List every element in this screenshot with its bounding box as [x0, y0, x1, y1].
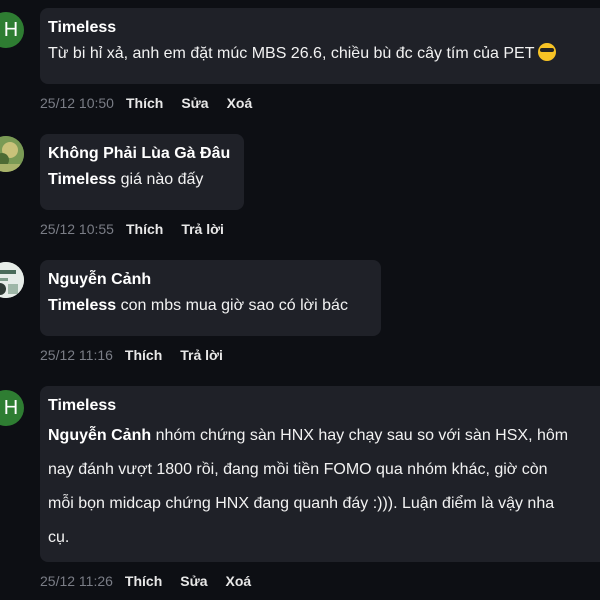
like-button[interactable]: Thích — [125, 572, 162, 590]
avatar[interactable]: H — [0, 390, 24, 426]
comment-body: giá nào đấy — [116, 171, 204, 188]
like-button[interactable]: Thích — [126, 94, 163, 112]
comment-bubble: Timeless Từ bi hỉ xả, anh em đặt múc MBS… — [40, 8, 600, 84]
reply-button[interactable]: Trả lời — [181, 220, 224, 238]
reply-button[interactable]: Trả lời — [180, 346, 223, 364]
mention-link[interactable]: Timeless — [48, 297, 116, 314]
comment-text: Nguyễn Cảnh nhóm chứng sàn HNX hay chạy … — [48, 419, 600, 555]
comment-text: Timeless con mbs mua giờ sao có lời bác — [48, 292, 373, 320]
comment-line: mỗi bọn midcap chứng HNX đang quanh đáy … — [48, 495, 555, 512]
comment-text: Timeless giá nào đấy — [48, 166, 236, 194]
like-button[interactable]: Thích — [125, 346, 162, 364]
comment-meta: 25/12 11:16 Thích Trả lời — [40, 346, 241, 364]
mention-link[interactable]: Timeless — [48, 171, 116, 188]
mention-link[interactable]: Nguyễn Cảnh — [48, 427, 151, 444]
comment-body: Từ bi hỉ xả, anh em đặt múc MBS 26.6, ch… — [48, 45, 535, 62]
avatar-image-icon — [0, 262, 24, 298]
like-button[interactable]: Thích — [126, 220, 163, 238]
comment-meta: 25/12 10:50 Thích Sửa Xoá — [40, 94, 270, 112]
avatar[interactable] — [0, 136, 24, 172]
comment-text: Từ bi hỉ xả, anh em đặt múc MBS 26.6, ch… — [48, 40, 600, 68]
sunglasses-emoji-icon — [538, 43, 557, 61]
avatar-image-icon — [0, 136, 24, 172]
comment-body: con mbs mua giờ sao có lời bác — [116, 297, 348, 314]
edit-button[interactable]: Sửa — [181, 94, 208, 112]
comment-line: Nguyễn Cảnh nhóm chứng sàn HNX hay chạy … — [48, 419, 600, 453]
comment-line: cụ. — [48, 529, 70, 546]
comment-meta: 25/12 10:55 Thích Trả lời — [40, 220, 242, 238]
author-name[interactable]: Không Phải Lùa Gà Đâu — [48, 144, 236, 164]
comment-body: nhóm chứng sàn HNX hay chạy sau so với s… — [151, 427, 569, 444]
avatar[interactable] — [0, 262, 24, 298]
timestamp: 25/12 10:55 — [40, 221, 114, 237]
comment-meta: 25/12 11:26 Thích Sửa Xoá — [40, 572, 269, 590]
comment-bubble: Không Phải Lùa Gà Đâu Timeless giá nào đ… — [40, 134, 244, 210]
comment-bubble: Timeless Nguyễn Cảnh nhóm chứng sàn HNX … — [40, 386, 600, 562]
timestamp: 25/12 11:26 — [40, 573, 113, 589]
comment-line: nay đánh vượt 1800 rồi, đang mồi tiền FO… — [48, 461, 548, 478]
timestamp: 25/12 10:50 — [40, 95, 114, 111]
delete-button[interactable]: Xoá — [226, 572, 252, 590]
author-name[interactable]: Nguyễn Cảnh — [48, 270, 373, 290]
delete-button[interactable]: Xoá — [227, 94, 253, 112]
comment-bubble: Nguyễn Cảnh Timeless con mbs mua giờ sao… — [40, 260, 381, 336]
comment-feed: H Timeless Từ bi hỉ xả, anh em đặt múc M… — [0, 0, 600, 600]
author-name[interactable]: Timeless — [48, 18, 600, 38]
timestamp: 25/12 11:16 — [40, 347, 113, 363]
author-name[interactable]: Timeless — [48, 396, 600, 416]
avatar[interactable]: H — [0, 12, 24, 48]
edit-button[interactable]: Sửa — [180, 572, 207, 590]
